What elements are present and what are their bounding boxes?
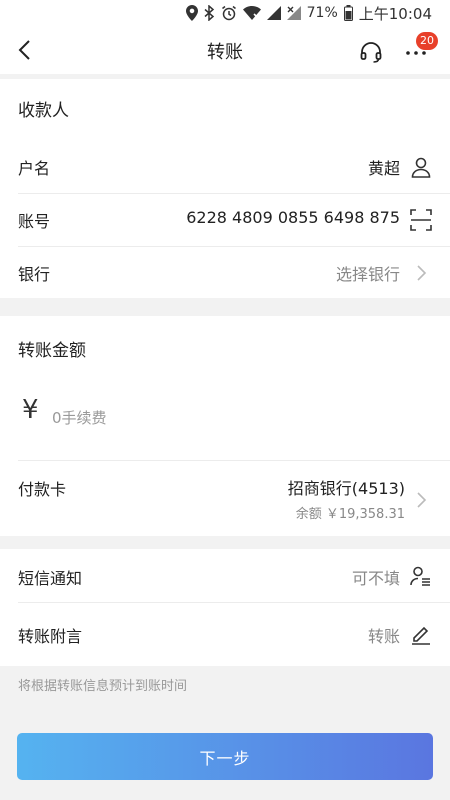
contact-person-icon[interactable] [410,156,432,178]
currency-symbol: ¥ [22,395,39,425]
battery-icon [343,5,353,21]
arrival-time-hint: 将根据转账信息预计到账时间 [18,679,188,694]
payment-card-row[interactable]: 付款卡 招商银行(4513) 余额 ￥19,358.31 [0,461,450,536]
account-row[interactable]: 账号 6228 4809 0855 6498 875 [0,194,450,246]
bank-label: 银行 [18,265,51,284]
account-number-value[interactable]: 6228 4809 0855 6498 875 [186,208,400,227]
battery-percent: 71% [306,5,338,21]
payee-card: 收款人 户名 黄超 账号 6228 4809 0855 6498 875 银行 … [0,79,450,298]
amount-input[interactable]: 0手续费 [52,407,107,428]
amount-section-title: 转账金额 [18,341,86,361]
transfer-note-label: 转账附言 [18,627,83,646]
next-step-button[interactable]: 下一步 [17,733,433,780]
sms-notify-label: 短信通知 [18,569,83,588]
signal-icon [266,6,281,20]
customer-service-icon[interactable] [359,40,383,64]
location-icon [185,5,198,21]
chevron-right-icon [417,265,427,281]
clock: 上午10:04 [358,4,432,23]
bank-row[interactable]: 银行 选择银行 [0,247,450,298]
scan-icon[interactable] [410,209,432,231]
status-bar: 71% 上午10:04 [0,0,450,26]
payee-name-label: 户名 [18,159,51,178]
signal-off-icon [286,6,301,20]
edit-pencil-icon[interactable] [410,623,432,645]
nav-bar: 转账 20 [0,26,450,74]
bank-select-value[interactable]: 选择银行 [336,261,400,285]
payment-card-label: 付款卡 [18,480,67,499]
payee-section-title: 收款人 [18,101,69,121]
payment-card-value[interactable]: 招商银行(4513) [288,475,405,499]
chevron-right-icon [417,492,427,508]
bluetooth-icon [204,5,214,21]
wifi-off-icon [242,6,261,20]
transfer-note-input[interactable]: 转账 [368,623,400,647]
payee-name-value[interactable]: 黄超 [368,155,400,179]
amount-card: 转账金额 ¥ 0手续费 付款卡 招商银行(4513) 余额 ￥19,358.31 [0,316,450,536]
contact-list-icon[interactable] [410,565,432,587]
account-label: 账号 [18,212,51,231]
alarm-icon [221,5,236,21]
balance-text: 余额 ￥19,358.31 [295,507,405,522]
notification-badge: 20 [416,32,438,50]
transfer-note-row[interactable]: 转账附言 转账 [0,603,450,666]
sms-notify-input[interactable]: 可不填 [352,565,400,589]
sms-notify-row[interactable]: 短信通知 可不填 [0,549,450,602]
extras-card: 短信通知 可不填 转账附言 转账 [0,549,450,666]
payee-name-row[interactable]: 户名 黄超 [0,141,450,193]
